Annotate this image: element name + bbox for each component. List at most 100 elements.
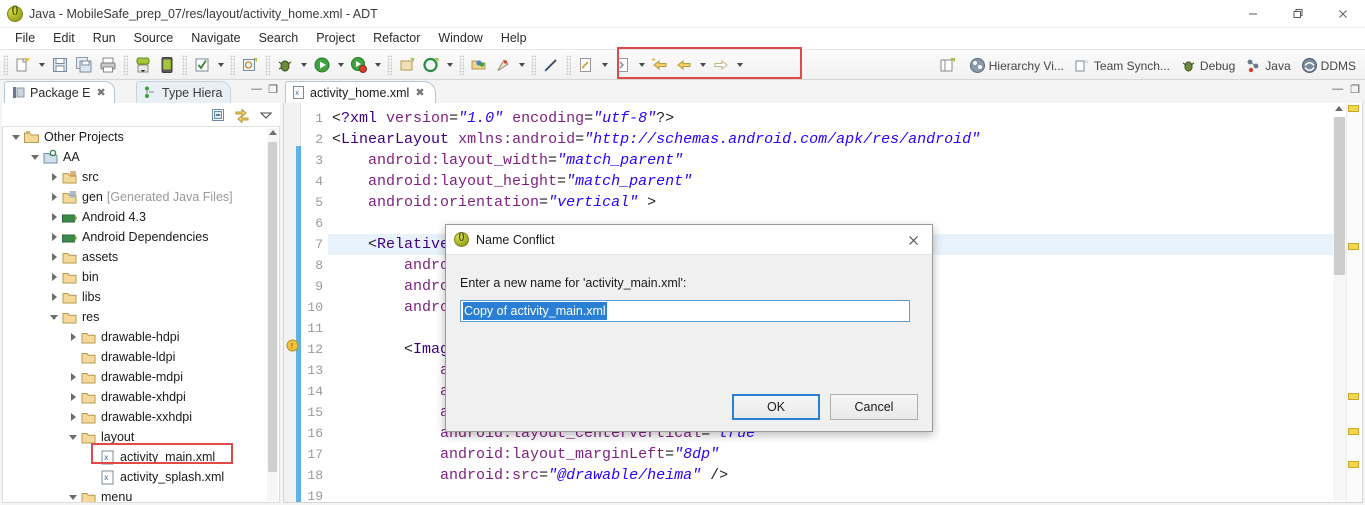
chevron-right-icon[interactable] (47, 247, 61, 267)
code-line[interactable]: android:layout_marginLeft="8dp" (328, 444, 1340, 465)
view-menu-icon[interactable] (256, 105, 276, 125)
tree-item-libs[interactable]: libs (3, 287, 279, 307)
tree-item-gen[interactable]: gen [Generated Java Files] (3, 187, 279, 207)
toolbar-grip-7[interactable] (459, 54, 464, 75)
back-dropdown-arrow[interactable] (696, 53, 709, 77)
sdk-manager-icon[interactable] (131, 53, 155, 77)
menu-project[interactable]: Project (307, 29, 364, 48)
tree-scrollbar[interactable] (267, 128, 278, 501)
tree-item-src[interactable]: src (3, 167, 279, 187)
toolbar-grip[interactable] (3, 54, 8, 75)
view-maximize-button[interactable]: ❐ (268, 83, 278, 96)
tab-type-hierarchy[interactable]: Type Hiera (136, 81, 232, 103)
external-tools-icon[interactable] (491, 53, 515, 77)
tree-item-drawable-ldpi[interactable]: drawable-ldpi (3, 347, 279, 367)
editor-maximize-button[interactable]: ❐ (1350, 83, 1360, 96)
save-icon[interactable] (48, 53, 72, 77)
last-edit-dropdown-arrow[interactable] (598, 53, 611, 77)
code-line[interactable]: android:src="@drawable/heima" /> (328, 465, 1340, 486)
new-name-input[interactable]: Copy of activity_main.xml (460, 300, 910, 322)
tree-item-drawable-xhdpi[interactable]: drawable-xhdpi (3, 387, 279, 407)
tree-item-assets[interactable]: assets (3, 247, 279, 267)
menu-run[interactable]: Run (84, 29, 125, 48)
forward-arrow-icon[interactable] (709, 53, 733, 77)
next-annotation-dropdown-arrow[interactable] (635, 53, 648, 77)
chevron-down-icon[interactable] (9, 127, 23, 147)
editor-scroll-up-icon[interactable] (1335, 106, 1343, 111)
new-file-icon[interactable] (11, 53, 35, 77)
previous-edit-icon[interactable] (648, 53, 672, 77)
view-minimize-button[interactable]: — (251, 83, 262, 96)
close-button[interactable] (1320, 0, 1365, 28)
close-icon[interactable]: ✖ (415, 86, 424, 99)
tree-item-activity-splash-xml[interactable]: x activity_splash.xml (3, 467, 279, 487)
open-type-icon[interactable] (467, 53, 491, 77)
ok-button[interactable]: OK (732, 394, 820, 420)
chevron-right-icon[interactable] (47, 167, 61, 187)
collapse-all-icon[interactable] (208, 105, 228, 125)
next-annotation-icon[interactable] (611, 53, 635, 77)
chevron-right-icon[interactable] (66, 367, 80, 387)
debug-bug-icon[interactable] (273, 53, 297, 77)
checkbox-icon[interactable] (190, 53, 214, 77)
last-edit-icon[interactable] (574, 53, 598, 77)
menu-window[interactable]: Window (429, 29, 491, 48)
tree-scrollbar-thumb[interactable] (268, 142, 277, 472)
link-editor-icon[interactable] (232, 105, 252, 125)
chevron-down-icon[interactable] (28, 147, 42, 167)
tree-item-android-4-3[interactable]: Android 4.3 (3, 207, 279, 227)
new-file-dropdown-arrow[interactable] (35, 53, 48, 77)
code-line[interactable]: android:orientation="vertical" > (328, 192, 1340, 213)
tab-package-explorer[interactable]: Package E ✖ (4, 81, 115, 103)
menu-edit[interactable]: Edit (44, 29, 84, 48)
tree-item-drawable-hdpi[interactable]: drawable-hdpi (3, 327, 279, 347)
menu-refactor[interactable]: Refactor (364, 29, 429, 48)
perspective-ddms[interactable]: DDMS (1296, 54, 1361, 78)
print-icon[interactable] (96, 53, 120, 77)
avd-manager-icon[interactable] (155, 53, 179, 77)
forward-dropdown-arrow[interactable] (733, 53, 746, 77)
code-line[interactable]: <LinearLayout xmlns:android="http://sche… (328, 129, 1340, 150)
coverage-dropdown-arrow[interactable] (371, 53, 384, 77)
tree-item-drawable-mdpi[interactable]: drawable-mdpi (3, 367, 279, 387)
coverage-icon[interactable] (347, 53, 371, 77)
close-icon[interactable]: ✖ (96, 86, 105, 99)
perspective-debug[interactable]: Debug (1175, 54, 1240, 78)
debug-dropdown-arrow[interactable] (297, 53, 310, 77)
chevron-right-icon[interactable] (47, 287, 61, 307)
dialog-close-button[interactable] (894, 225, 932, 255)
perspective-hierarchy-view[interactable]: Hierarchy Vi... (964, 54, 1069, 78)
tree-item-menu[interactable]: menu (3, 487, 279, 502)
tree-item-other-projects[interactable]: Other Projects (3, 127, 279, 147)
restore-button[interactable] (1275, 0, 1320, 28)
android-project-icon[interactable] (238, 53, 262, 77)
mark-occurrences-dropdown-arrow[interactable] (214, 53, 227, 77)
chevron-right-icon[interactable] (66, 327, 80, 347)
back-arrow-icon[interactable] (672, 53, 696, 77)
toolbar-grip-2[interactable] (123, 54, 128, 75)
run-play-icon[interactable] (310, 53, 334, 77)
overview-ruler[interactable] (1346, 103, 1361, 502)
toolbar-grip-5[interactable] (265, 54, 270, 75)
menu-search[interactable]: Search (250, 29, 308, 48)
tree-item-android-dependencies[interactable]: Android Dependencies (3, 227, 279, 247)
package-icon[interactable] (395, 53, 419, 77)
cancel-button[interactable]: Cancel (830, 394, 918, 420)
toolbar-grip-6[interactable] (387, 54, 392, 75)
chevron-right-icon[interactable] (47, 187, 61, 207)
java-class-icon[interactable] (419, 53, 443, 77)
tab-activity-home-xml[interactable]: x activity_home.xml ✖ (285, 81, 436, 103)
toolbar-grip-4[interactable] (230, 54, 235, 75)
annotation-ruler[interactable]: ! (284, 103, 301, 502)
chevron-right-icon[interactable] (66, 387, 80, 407)
perspective-team-sync[interactable]: ↑↓ Team Synch... (1069, 54, 1175, 78)
chevron-right-icon[interactable] (66, 407, 80, 427)
chevron-down-icon[interactable] (66, 487, 80, 502)
save-all-icon[interactable] (72, 53, 96, 77)
menu-file[interactable]: File (6, 29, 44, 48)
minimize-button[interactable] (1230, 0, 1275, 28)
code-line[interactable]: <?xml version="1.0" encoding="utf-8"?> (328, 108, 1340, 129)
chevron-down-icon[interactable] (47, 307, 61, 327)
code-line[interactable]: android:layout_height="match_parent" (328, 171, 1340, 192)
menu-help[interactable]: Help (492, 29, 536, 48)
